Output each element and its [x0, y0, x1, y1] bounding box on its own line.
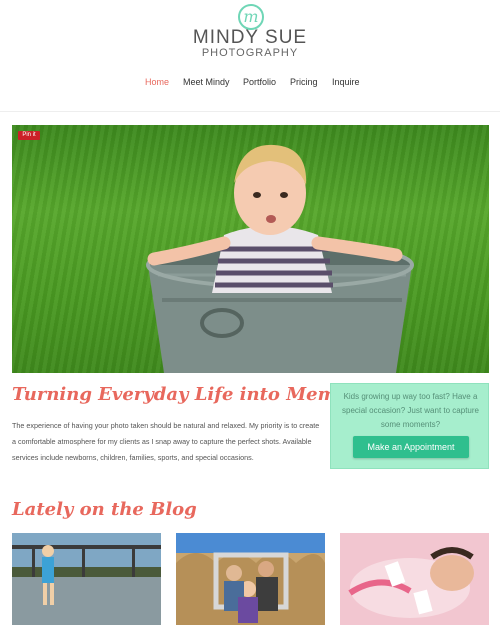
blog-post-thumbnail-3[interactable]	[340, 533, 489, 625]
logo-subtitle: PHOTOGRAPHY	[201, 47, 299, 59]
nav-item-meet-mindy[interactable]: Meet Mindy	[183, 76, 230, 88]
toddler-in-tub-photo	[146, 144, 414, 373]
newborn-in-pink-photo	[340, 533, 489, 625]
nav-item-inquire[interactable]: Inquire	[332, 76, 360, 88]
child-by-lake-photo	[12, 533, 161, 625]
family-photo-frame-photo	[176, 533, 325, 625]
nav-item-home[interactable]: Home	[145, 76, 169, 88]
pin-it-button[interactable]: Pin it	[18, 131, 40, 140]
logo-title[interactable]: MINDY SUE	[0, 27, 500, 49]
blog-post-thumbnail-2[interactable]	[176, 533, 325, 625]
blog-heading: Lately on the Blog	[12, 499, 197, 520]
callout-text: Kids growing up way too fast? Have a spe…	[342, 392, 479, 429]
nav-item-pricing[interactable]: Pricing	[290, 76, 318, 88]
logo-mark-letter: m	[243, 7, 259, 26]
appointment-callout: Kids growing up way too fast? Have a spe…	[330, 383, 489, 469]
hero-image: Pin it	[12, 125, 489, 373]
main-nav: Home Meet Mindy Portfolio Pricing Inquir…	[0, 76, 500, 90]
nav-item-portfolio[interactable]: Portfolio	[243, 76, 276, 88]
intro-body: The experience of having your photo take…	[12, 421, 320, 462]
site-header: m MINDY SUE PHOTOGRAPHY Home Meet Mindy …	[0, 0, 500, 112]
blog-post-thumbnail-1[interactable]	[12, 533, 161, 625]
make-appointment-button[interactable]: Make an Appointment	[353, 436, 469, 458]
